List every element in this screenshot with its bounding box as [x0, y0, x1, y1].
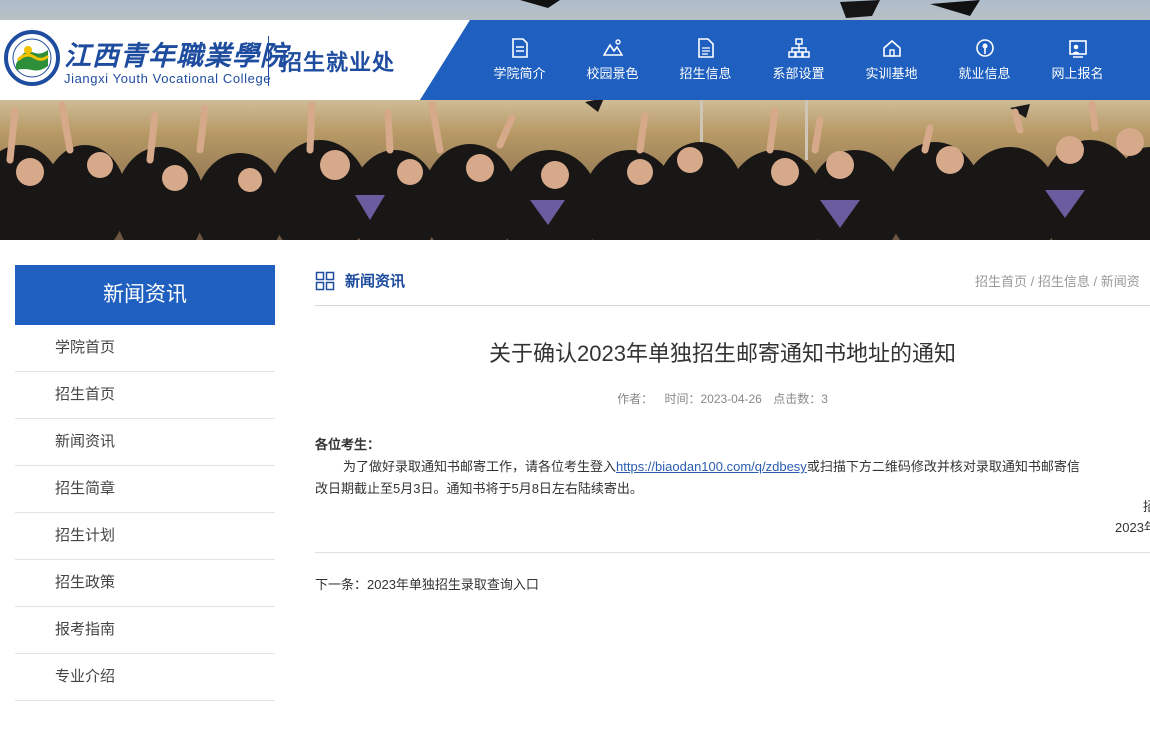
article-body: 各位考生： 为了做好录取通知书邮寄工作，请各位考生登入https://biaod… — [315, 434, 1150, 500]
nav-label: 系部设置 — [772, 66, 825, 81]
nav-label: 招生信息 — [679, 66, 732, 81]
article-views: 点击数：3 — [773, 392, 828, 406]
id-card-icon — [1068, 40, 1087, 58]
home-icon — [882, 39, 901, 57]
sidebar-item-admission-brochure[interactable]: 招生简章 — [15, 466, 275, 513]
logo-divider — [268, 36, 269, 86]
article-paragraph-line: 改日期截止至5月3日。通知书将于5月8日左右陆续寄出。 — [315, 481, 643, 496]
article-meta: 作者： 时间：2023-04-26 点击数：3 — [315, 390, 1130, 407]
file-icon — [697, 38, 714, 58]
article-time: 时间：2023-04-26 — [664, 392, 762, 406]
college-name-en: Jiangxi Youth Vocational College — [64, 71, 272, 86]
college-emblem-icon — [4, 30, 60, 86]
nav-item-employment-info[interactable]: 就业信息 — [938, 20, 1031, 100]
article-greeting: 各位考生： — [315, 437, 381, 452]
header-banner: 江西青年職業學院 Jiangxi Youth Vocational Colleg… — [0, 0, 1150, 240]
sidebar-title: 新闻资讯 — [15, 265, 275, 325]
org-chart-icon — [787, 38, 810, 58]
sidebar-item-admission-policy[interactable]: 招生政策 — [15, 560, 275, 607]
nav-label: 校园景色 — [586, 66, 639, 81]
section-title: 新闻资讯 — [345, 273, 406, 290]
breadcrumb-admission-home[interactable]: 招生首页 — [975, 274, 1027, 289]
article-paragraph-line: 为了做好录取通知书邮寄工作，请各位考生登入https://biaodan100.… — [315, 456, 1150, 478]
nav-item-training-base[interactable]: 实训基地 — [845, 20, 938, 100]
breadcrumb: 招生首页 / 招生信息 / 新闻资 — [975, 271, 1140, 290]
article-author: 作者： — [617, 392, 654, 406]
breadcrumb-admission-info[interactable]: 招生信息 — [1038, 274, 1090, 289]
document-icon — [511, 38, 528, 58]
article-text: 或扫描下方二维码修改并核对录取通知书邮寄信 — [806, 459, 1080, 474]
nav-label: 录 — [1124, 63, 1150, 82]
article-title: 关于确认2023年单独招生邮寄通知书地址的通知 — [489, 341, 956, 366]
nav-label: 网上报名 — [1051, 66, 1104, 81]
form-link[interactable]: https://biaodan100.com/q/zdbesy — [616, 459, 807, 474]
sidebar-item-majors[interactable]: 专业介绍 — [15, 654, 275, 701]
sidebar-item-news[interactable]: 新闻资讯 — [15, 419, 275, 466]
broadcast-icon — [975, 39, 994, 57]
breadcrumb-separator: / — [1093, 274, 1101, 289]
nav-item-online-registration[interactable]: 网上报名 — [1031, 20, 1124, 100]
grid-icon — [315, 271, 335, 291]
department-name: 招生就业处 — [280, 50, 396, 75]
nav-label: 学院简介 — [493, 66, 546, 81]
nav-item-campus-scenery[interactable]: 校园景色 — [566, 20, 659, 100]
article-date: 2023年 — [1115, 520, 1150, 535]
article-signature: 招 — [1143, 499, 1150, 514]
main-nav: 学院简介 校园景色 招生信息 系部设置 实训基地 就业信息 网上报名 — [420, 20, 1150, 100]
sidebar-item-college-home[interactable]: 学院首页 — [15, 325, 275, 372]
college-name-cn: 江西青年職業學院 — [64, 41, 288, 72]
logo-area[interactable]: 江西青年職業學院 Jiangxi Youth Vocational Colleg… — [0, 20, 470, 100]
article-text: 为了做好录取通知书邮寄工作，请各位考生登入 — [343, 459, 617, 474]
sidebar-menu: 学院首页 招生首页 新闻资讯 招生简章 招生计划 招生政策 报考指南 专业介绍 — [15, 325, 275, 701]
nav-item-admission-info[interactable]: 招生信息 — [659, 20, 752, 100]
section-header: 新闻资讯 招生首页 / 招生信息 / 新闻资 — [315, 265, 1150, 306]
nav-item-departments[interactable]: 系部设置 — [752, 20, 845, 100]
landscape-icon — [602, 39, 623, 56]
nav-label: 就业信息 — [958, 66, 1011, 81]
nav-item-college-intro[interactable]: 学院简介 — [473, 20, 566, 100]
nav-item-more[interactable]: 录 — [1124, 20, 1150, 100]
article-divider — [315, 552, 1150, 553]
sidebar-item-admission-home[interactable]: 招生首页 — [15, 372, 275, 419]
breadcrumb-separator: / — [1030, 274, 1038, 289]
breadcrumb-news[interactable]: 新闻资 — [1101, 274, 1140, 289]
nav-label: 实训基地 — [865, 66, 918, 81]
sidebar-item-application-guide[interactable]: 报考指南 — [15, 607, 275, 654]
next-article-link[interactable]: 下一条：2023年单独招生录取查询入口 — [315, 574, 539, 593]
sidebar-item-admission-plan[interactable]: 招生计划 — [15, 513, 275, 560]
